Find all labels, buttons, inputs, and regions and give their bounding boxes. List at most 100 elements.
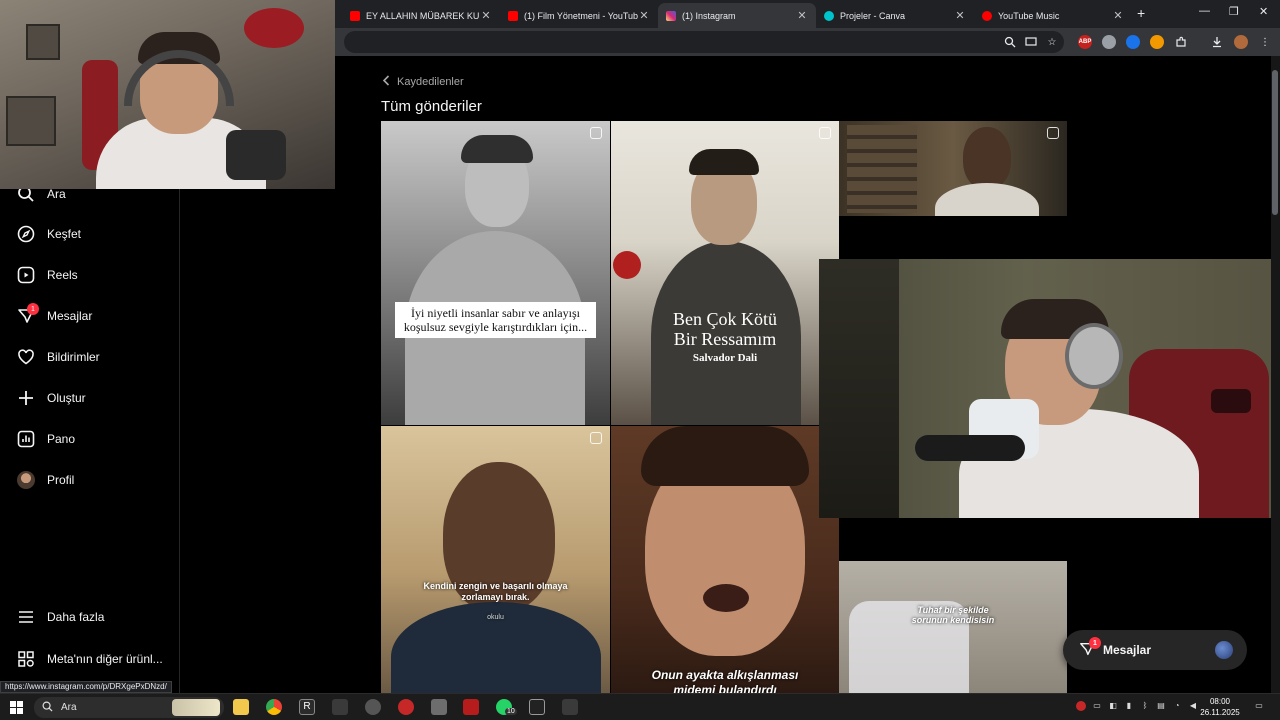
menu-kebab-icon[interactable]: ⋮	[1258, 35, 1272, 49]
close-icon[interactable]: ✕	[480, 9, 492, 22]
system-clock[interactable]: 08:00 26.11.2025	[1196, 696, 1244, 718]
capcut-icon[interactable]	[332, 699, 348, 715]
chrome-icon[interactable]	[266, 699, 282, 715]
tray-app2-icon[interactable]: ◧	[1108, 701, 1118, 711]
profile-avatar[interactable]	[1234, 35, 1248, 49]
minimize-icon[interactable]: —	[1199, 5, 1210, 17]
tab-title: YouTube Music	[998, 10, 1060, 21]
close-icon[interactable]: ✕	[954, 9, 966, 22]
sidebar-item-messages[interactable]: 1 Mesajlar	[17, 303, 93, 327]
notification-icon[interactable]: ▭	[1254, 701, 1264, 711]
sidebar-item-label: Oluştur	[47, 391, 86, 405]
close-icon[interactable]: ✕	[638, 9, 650, 22]
cast-icon[interactable]	[1024, 35, 1038, 49]
reels-icon	[17, 266, 35, 284]
saved-post-6[interactable]: Tuhaf bir şekilde sorunun kendisisin	[839, 561, 1067, 693]
zoom-icon[interactable]	[1003, 35, 1017, 49]
saved-post-2[interactable]: Ben Çok Kötü Bir Ressamım Salvador Dali	[611, 121, 839, 425]
app-pen-icon[interactable]	[365, 699, 381, 715]
translate-extension-icon[interactable]	[1126, 35, 1140, 49]
download-icon[interactable]	[1210, 35, 1224, 49]
tray-app-icon[interactable]	[1076, 701, 1086, 711]
sidebar-item-dashboard[interactable]: Pano	[17, 428, 75, 450]
unread-badge: 1	[27, 303, 39, 315]
back-to-saved-link[interactable]: Kaydedilenler	[382, 75, 464, 89]
contact-avatar	[1215, 641, 1233, 659]
close-icon[interactable]: ✕	[796, 9, 808, 22]
dashboard-icon	[17, 430, 35, 448]
room-background	[819, 259, 899, 518]
search-placeholder: Ara	[61, 702, 77, 713]
back-label: Kaydedilenler	[397, 76, 464, 88]
tab-canva[interactable]: Projeler - Canva ✕	[816, 3, 974, 28]
sidebar-item-more[interactable]: Daha fazla	[17, 606, 104, 628]
network-icon[interactable]: ◔	[1172, 701, 1182, 711]
saved-post-1[interactable]: İyi niyetli insanlar sabır ve anlayışı k…	[381, 121, 610, 425]
file-explorer-icon[interactable]	[233, 699, 249, 715]
tab-instagram[interactable]: (1) Instagram ✕	[658, 3, 816, 28]
restore-icon[interactable]: ❐	[1229, 5, 1239, 18]
sidebar-item-profile[interactable]: Profil	[17, 469, 74, 491]
post-image-hair	[689, 149, 759, 175]
webcam-overlay-small	[0, 0, 335, 189]
close-icon[interactable]: ✕	[1112, 9, 1124, 22]
windows-start-icon[interactable]	[10, 701, 23, 719]
post-image-mouth	[703, 584, 749, 612]
app-r-icon[interactable]: R	[299, 699, 315, 715]
app-record-icon[interactable]	[398, 699, 414, 715]
extension-orange-icon[interactable]	[1150, 35, 1164, 49]
app-usb-icon[interactable]	[431, 699, 447, 715]
extensions-puzzle-icon[interactable]	[1174, 35, 1188, 49]
messages-float-button[interactable]: 1 Mesajlar	[1063, 630, 1247, 670]
reel-icon	[819, 127, 831, 139]
sidebar-item-label: Mesajlar	[47, 309, 93, 323]
sidebar-item-label: Reels	[47, 268, 78, 282]
canva-icon	[824, 10, 834, 21]
clock-time: 08:00	[1209, 697, 1231, 706]
compass-icon	[17, 225, 35, 243]
new-tab-button[interactable]: +	[1137, 5, 1145, 21]
sidebar-item-reels[interactable]: Reels	[17, 264, 78, 286]
extension-circle-icon[interactable]	[1102, 35, 1116, 49]
capcut-icon[interactable]	[562, 699, 578, 715]
whatsapp-badge: 10	[505, 708, 517, 715]
tab-youtube-ey-allahin[interactable]: EY ALLAHIN MÜBAREK KULU! ✕	[342, 3, 500, 28]
messenger-icon: 1	[17, 303, 39, 325]
youtube-icon	[508, 10, 518, 21]
bookmark-star-icon[interactable]: ☆	[1045, 35, 1059, 49]
sidebar-item-create[interactable]: Oluştur	[17, 387, 86, 409]
tab-title: EY ALLAHIN MÜBAREK KULU!	[366, 10, 480, 21]
tray-device-icon[interactable]: ▤	[1156, 701, 1166, 711]
taskbar-search[interactable]: Ara	[34, 697, 224, 718]
post-caption-line-1: Onun ayakta alkışlanması	[651, 668, 799, 682]
microphone-arm	[915, 435, 1025, 461]
scrollbar-thumb[interactable]	[1272, 70, 1278, 215]
address-bar[interactable]	[344, 31, 1064, 53]
adblock-extension-icon[interactable]: ABP	[1078, 35, 1092, 49]
hamburger-menu-icon	[17, 608, 35, 626]
saved-post-3[interactable]	[839, 121, 1067, 216]
close-window-icon[interactable]: ✕	[1259, 5, 1268, 18]
sidebar-item-label: Daha fazla	[47, 610, 105, 624]
tab-title: Projeler - Canva	[840, 10, 906, 21]
tray-monitor-icon[interactable]: ▭	[1092, 701, 1102, 711]
tab-youtube-music[interactable]: YouTube Music ✕	[974, 3, 1132, 28]
sidebar-item-notifications[interactable]: Bildirimler	[17, 346, 100, 368]
microphone-icon[interactable]: ▮	[1124, 701, 1134, 711]
sidebar-item-meta-products[interactable]: Meta'nın diğer ürünl...	[17, 648, 163, 670]
screen: EY ALLAHIN MÜBAREK KULU! ✕ (1) Film Yöne…	[0, 0, 1280, 720]
app-editor-icon[interactable]	[529, 699, 545, 715]
app-video-icon[interactable]	[463, 699, 479, 715]
saved-post-5[interactable]: Onun ayakta alkışlanması midemi bulandır…	[611, 426, 839, 693]
search-highlight-image	[172, 699, 220, 716]
tab-film-yonetmeni[interactable]: (1) Film Yönetmeni - YouTube ✕	[500, 3, 658, 28]
bookshelf-decoration	[847, 125, 917, 213]
saved-post-4[interactable]: Kendini zengin ve başarılı olmaya zorlam…	[381, 426, 610, 693]
sidebar-item-explore[interactable]: Keşfet	[17, 223, 81, 245]
bluetooth-icon[interactable]: ᛒ	[1140, 701, 1150, 711]
post-image-hair	[641, 426, 809, 486]
heart-icon	[17, 348, 35, 366]
post-caption-line-2: zorlamayı bırak.	[461, 592, 530, 602]
reel-icon	[590, 432, 602, 444]
youtube-icon	[350, 10, 360, 21]
